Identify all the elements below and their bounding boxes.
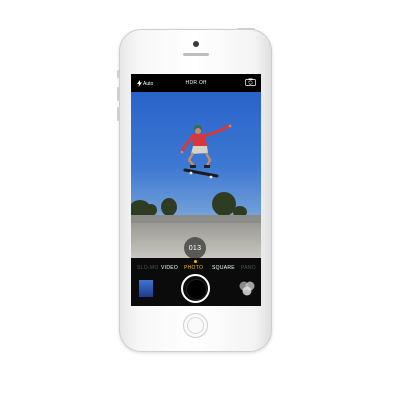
mode-slo-mo[interactable]: SLO-MO [137,265,159,271]
selected-mode-indicator [194,260,197,263]
shutter-button[interactable] [181,274,210,303]
tree [161,198,177,216]
earpiece-speaker [183,53,209,56]
camera-viewfinder[interactable]: 013 [131,92,261,258]
power-button [237,28,255,30]
camera-top-bar: Auto HDR Off [131,74,261,92]
hdr-toggle[interactable]: HDR Off [131,80,261,86]
burst-counter: 013 [184,237,206,258]
front-camera [193,41,199,47]
mode-video[interactable]: VIDEO [161,265,178,271]
mode-photo[interactable]: PHOTO [184,265,203,271]
filters-icon[interactable] [238,280,256,296]
shutter-inner [186,279,207,300]
home-button[interactable] [183,313,208,338]
camera-bottom-bar [131,272,261,306]
mode-pano[interactable]: PANO [241,265,256,271]
iphone-device: Auto HDR Off 013 SLO-MO VIDEO PHOTO SQUA… [117,28,272,352]
last-photo-thumbnail[interactable] [139,280,153,297]
camera-switch-icon[interactable] [245,78,256,86]
volume-up-button [117,87,119,101]
mute-switch [117,70,119,78]
skateboarder [180,124,232,179]
touch-id-ring [187,317,204,334]
volume-down-button [117,107,119,121]
mode-square[interactable]: SQUARE [212,265,235,271]
camera-screen: Auto HDR Off 013 SLO-MO VIDEO PHOTO SQUA… [131,74,261,306]
camera-mode-selector: SLO-MO VIDEO PHOTO SQUARE PANO [131,258,261,272]
